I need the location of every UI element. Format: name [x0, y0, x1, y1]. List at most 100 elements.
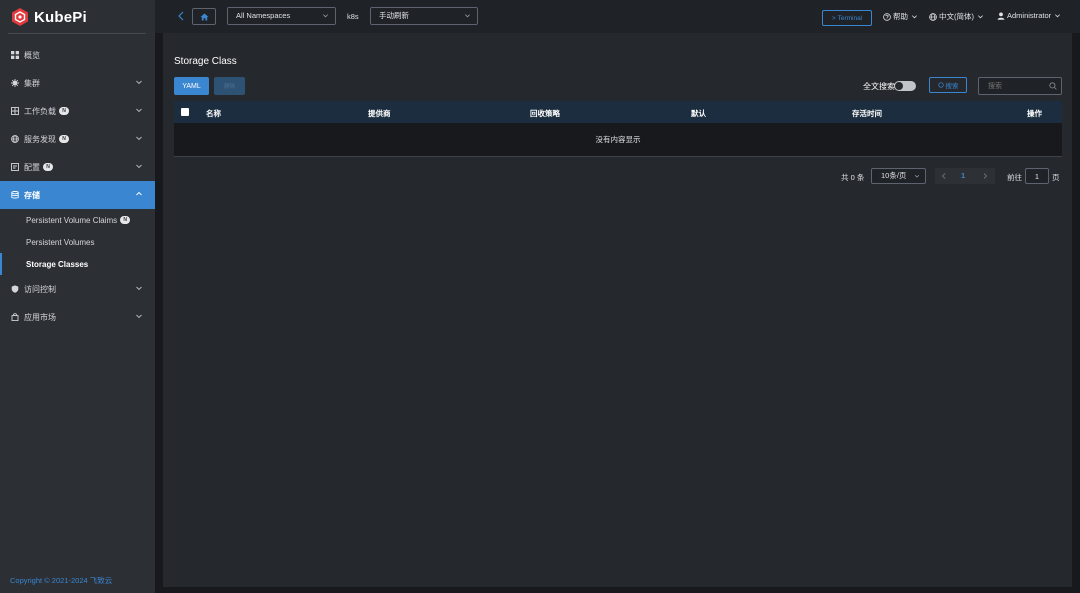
pagination-nav: 1 [935, 168, 995, 184]
sidebar-item-label: 存储 [24, 190, 40, 200]
new-badge: N [43, 163, 53, 171]
chevron-down-icon [136, 80, 142, 85]
sidebar-subitem-pvc[interactable]: Persistent Volume Claims N [0, 209, 155, 231]
refresh-icon [937, 82, 944, 88]
chevron-down-icon [136, 108, 142, 113]
pagination-total: 共 0 条 [841, 173, 865, 182]
sidebar-item-service-discovery[interactable]: 服务发现 N [0, 125, 155, 153]
help-label: 帮助 [893, 12, 908, 21]
home-icon [200, 13, 208, 20]
page-size-select[interactable]: 10条/页 [871, 168, 926, 184]
column-header-default[interactable]: 默认 [691, 108, 706, 119]
column-header-reclaim-policy[interactable]: 回收策略 [530, 108, 560, 119]
search-icon [1049, 82, 1057, 90]
search-button-label: 搜索 [945, 83, 959, 90]
chevron-up-icon [136, 191, 142, 196]
shield-icon [10, 285, 19, 294]
column-header-actions: 操作 [1027, 109, 1042, 118]
column-header-age[interactable]: 存活时间 [852, 108, 882, 119]
terminal-label: Terminal [837, 14, 863, 22]
empty-text: 没有内容显示 [595, 135, 641, 144]
column-header-provisioner[interactable]: 提供商 [368, 108, 391, 119]
table-header: 名称 提供商 回收策略 默认 存活时间 操作 [174, 101, 1062, 123]
yaml-button[interactable]: YAML [174, 77, 209, 95]
sidebar-subitem-pv[interactable]: Persistent Volumes [0, 231, 155, 253]
sidebar-menu: 概览 集群 工作负载 N 服务发现 N 配置 N 存储 Persistent V… [0, 41, 155, 331]
page-suffix: 页 [1052, 173, 1060, 182]
chevron-down-icon [136, 286, 142, 291]
chevron-down-icon [978, 15, 983, 19]
app-name: KubePi [34, 8, 87, 26]
sidebar-item-label: 访问控制 [24, 284, 56, 294]
new-badge: N [59, 107, 69, 115]
chevron-down-icon [912, 15, 917, 19]
sidebar-item-overview[interactable]: 概览 [0, 41, 155, 69]
namespace-value: All Namespaces [236, 11, 291, 20]
sidebar-item-label: 集群 [24, 78, 40, 88]
goto-page-input[interactable] [1025, 168, 1049, 184]
chevron-down-icon [914, 175, 920, 178]
prev-page-icon[interactable] [941, 172, 947, 180]
globe-icon [10, 135, 19, 144]
sidebar-item-workload[interactable]: 工作负载 N [0, 97, 155, 125]
sidebar-item-label: 工作负载 [24, 106, 56, 116]
shopping-bag-icon [10, 313, 19, 322]
kubepi-logo-icon [12, 8, 28, 26]
sidebar-item-cluster[interactable]: 集群 [0, 69, 155, 97]
delete-button[interactable]: 删除 [214, 77, 245, 95]
sidebar-item-storage[interactable]: 存储 [0, 181, 155, 209]
cluster-icon [10, 79, 19, 88]
user-name: Administrator [1007, 11, 1052, 20]
table-empty-row: 没有内容显示 [174, 123, 1062, 157]
collapse-sidebar-icon[interactable] [175, 9, 187, 23]
topbar: All Namespaces k8s 手动刷新 > Terminal 帮助 中文… [155, 0, 1080, 33]
next-page-icon[interactable] [982, 172, 988, 180]
refresh-select[interactable]: 手动刷新 [370, 7, 478, 25]
logo[interactable]: KubePi [10, 6, 87, 28]
sidebar-item-label: 概览 [24, 50, 40, 60]
database-icon [10, 191, 19, 200]
sidebar-item-config[interactable]: 配置 N [0, 153, 155, 181]
home-button[interactable] [192, 8, 216, 25]
chevron-down-icon [136, 314, 142, 319]
sidebar-item-label: 服务发现 [24, 134, 56, 144]
workload-icon [10, 107, 19, 116]
new-badge: N [120, 216, 131, 224]
chevron-down-icon [1055, 14, 1061, 18]
chevron-down-icon [136, 136, 142, 141]
sidebar-item-app-market[interactable]: 应用市场 [0, 303, 155, 331]
search-button[interactable]: 搜索 [929, 77, 967, 93]
sidebar-item-label: 配置 [24, 162, 40, 172]
help-menu[interactable]: 帮助 [883, 11, 920, 22]
sidebar-subitem-label: Storage Classes [26, 259, 89, 269]
current-page[interactable]: 1 [961, 171, 965, 180]
dashboard-icon [10, 51, 19, 60]
goto-label: 前往 [1007, 173, 1022, 182]
terminal-button[interactable]: > Terminal [822, 10, 872, 26]
user-menu[interactable]: Administrator [997, 11, 1063, 20]
page-title: Storage Class [174, 56, 237, 67]
column-header-name[interactable]: 名称 [206, 108, 221, 119]
sidebar-item-access-control[interactable]: 访问控制 [0, 275, 155, 303]
cluster-name: k8s [347, 12, 359, 21]
sidebar-item-label: 应用市场 [24, 312, 56, 322]
chevron-down-icon [323, 14, 328, 18]
language-menu[interactable]: 中文(简体) [929, 11, 986, 22]
chevron-down-icon [465, 14, 470, 18]
logo-divider [8, 33, 146, 34]
copyright[interactable]: Copyright © 2021-2024 飞致云 [10, 575, 112, 586]
user-icon [997, 12, 1005, 20]
question-icon [883, 12, 891, 21]
fulltext-search-toggle[interactable] [894, 81, 916, 91]
namespace-select[interactable]: All Namespaces [227, 7, 336, 25]
select-all-checkbox[interactable] [181, 108, 189, 116]
sidebar-subitem-storage-classes[interactable]: Storage Classes [0, 253, 155, 275]
storage-class-table: 名称 提供商 回收策略 默认 存活时间 操作 没有内容显示 [174, 101, 1062, 157]
toggle-knob [895, 82, 903, 90]
language-label: 中文(简体) [939, 12, 974, 21]
new-badge: N [59, 135, 69, 143]
sidebar-subitem-label: Persistent Volume Claims [26, 215, 118, 225]
globe-icon [929, 12, 937, 21]
main-panel: Storage Class YAML 删除 全文搜索 搜索 名称 提供商 回收策… [163, 33, 1072, 587]
chevron-down-icon [136, 164, 142, 169]
